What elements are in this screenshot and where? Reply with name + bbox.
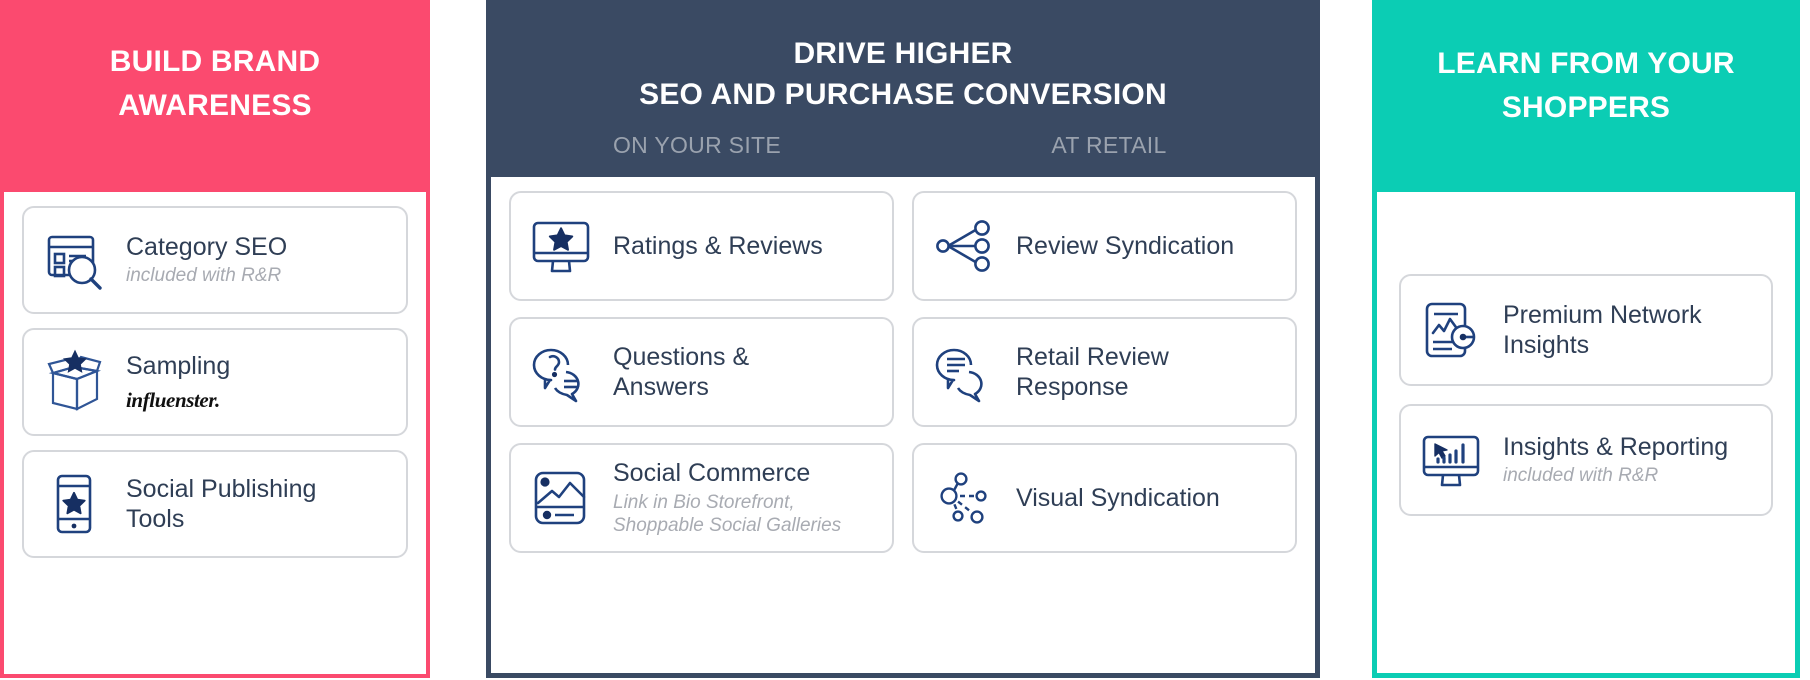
card-questions-and-answers[interactable]: Questions & Answers xyxy=(509,317,894,427)
subheading-on-your-site: ON YOUR SITE xyxy=(612,131,782,158)
card-subtitle: Link in Bio Storefront, Shoppable Social… xyxy=(613,491,842,536)
sampling-box-star-icon xyxy=(38,346,110,418)
card-text: Sampling influenster. xyxy=(126,351,392,413)
panel-right-header: LEARN FROM YOUR SHOPPERS xyxy=(1377,0,1795,192)
card-text: Social Publishing Tools xyxy=(126,474,392,535)
card-insights-and-reporting[interactable]: Insights & Reporting included with R&R xyxy=(1399,404,1773,516)
subheading-at-retail: AT RETAIL xyxy=(1051,131,1167,158)
card-title: Review Syndication xyxy=(1016,231,1235,260)
card-visual-syndication[interactable]: Visual Syndication xyxy=(912,443,1297,553)
card-ratings-and-reviews[interactable]: Ratings & Reviews xyxy=(509,191,894,301)
card-text: Premium Network Insights xyxy=(1503,300,1757,361)
card-text: Social Commerce Link in Bio Storefront, … xyxy=(613,458,878,537)
panel-drive-higher-seo-conversion: DRIVE HIGHER SEO AND PURCHASE CONVERSION… xyxy=(486,0,1320,678)
panel-left-title: BUILD BRAND AWARENESS xyxy=(109,45,321,123)
panel-learn-from-your-shoppers: LEARN FROM YOUR SHOPPERS Premium Network… xyxy=(1372,0,1800,678)
brand-influenster-logo: influenster. xyxy=(126,387,220,412)
mobile-star-icon xyxy=(38,468,110,540)
card-text: Visual Syndication xyxy=(1016,483,1281,514)
card-social-commerce[interactable]: Social Commerce Link in Bio Storefront, … xyxy=(509,443,894,553)
image-gallery-icon xyxy=(525,462,597,534)
visual-network-icon xyxy=(928,462,1000,534)
monitor-star-icon xyxy=(525,210,597,282)
panel-build-brand-awareness: BUILD BRAND AWARENESS Category SEO inclu… xyxy=(0,0,430,678)
card-text: Questions & Answers xyxy=(613,342,878,403)
card-text: Ratings & Reviews xyxy=(613,231,878,262)
panel-middle-body: Ratings & Reviews Questions & Answers So… xyxy=(491,177,1315,569)
panel-left-header: BUILD BRAND AWARENESS xyxy=(4,0,426,192)
card-text: Category SEO included with R&R xyxy=(126,232,392,288)
panel-middle-subheadings: ON YOUR SITE AT RETAIL xyxy=(491,132,1315,159)
card-title: Questions & Answers xyxy=(613,342,750,402)
document-analytics-icon xyxy=(1415,294,1487,366)
share-network-icon xyxy=(928,210,1000,282)
card-premium-network-insights[interactable]: Premium Network Insights xyxy=(1399,274,1773,386)
card-title: Sampling xyxy=(126,352,231,381)
panel-middle-title: DRIVE HIGHER SEO AND PURCHASE CONVERSION xyxy=(639,37,1167,111)
question-chat-icon xyxy=(525,336,597,408)
card-retail-review-response[interactable]: Retail Review Response xyxy=(912,317,1297,427)
category-seo-icon xyxy=(38,224,110,296)
panel-right-body: Premium Network Insights Insights & Repo… xyxy=(1377,192,1795,516)
card-title: Social Publishing Tools xyxy=(126,474,317,534)
column-at-retail: Review Syndication Retail Review Respons… xyxy=(912,191,1297,569)
card-title: Retail Review Response xyxy=(1016,342,1169,402)
infographic-root: BUILD BRAND AWARENESS Category SEO inclu… xyxy=(0,0,1810,680)
card-title: Ratings & Reviews xyxy=(613,231,823,260)
card-text: Retail Review Response xyxy=(1016,342,1281,403)
card-review-syndication[interactable]: Review Syndication xyxy=(912,191,1297,301)
card-social-publishing-tools[interactable]: Social Publishing Tools xyxy=(22,450,408,558)
card-title: Social Commerce xyxy=(613,459,811,488)
card-subtitle: included with R&R xyxy=(1503,465,1659,487)
card-title: Category SEO xyxy=(126,232,288,261)
card-title: Premium Network Insights xyxy=(1503,300,1702,360)
panel-left-body: Category SEO included with R&R Sampling … xyxy=(4,192,426,558)
card-title: Visual Syndication xyxy=(1016,483,1220,512)
card-title: Insights & Reporting xyxy=(1503,432,1729,461)
chat-lines-icon xyxy=(928,336,1000,408)
column-on-your-site: Ratings & Reviews Questions & Answers So… xyxy=(509,191,894,569)
card-text: Review Syndication xyxy=(1016,231,1281,262)
card-text: Insights & Reporting included with R&R xyxy=(1503,432,1757,488)
card-sampling[interactable]: Sampling influenster. xyxy=(22,328,408,436)
monitor-bars-cursor-icon xyxy=(1415,424,1487,496)
panel-middle-header: DRIVE HIGHER SEO AND PURCHASE CONVERSION… xyxy=(491,2,1315,177)
card-subtitle: included with R&R xyxy=(126,265,282,287)
panel-right-title: LEARN FROM YOUR SHOPPERS xyxy=(1437,47,1735,125)
card-category-seo[interactable]: Category SEO included with R&R xyxy=(22,206,408,314)
